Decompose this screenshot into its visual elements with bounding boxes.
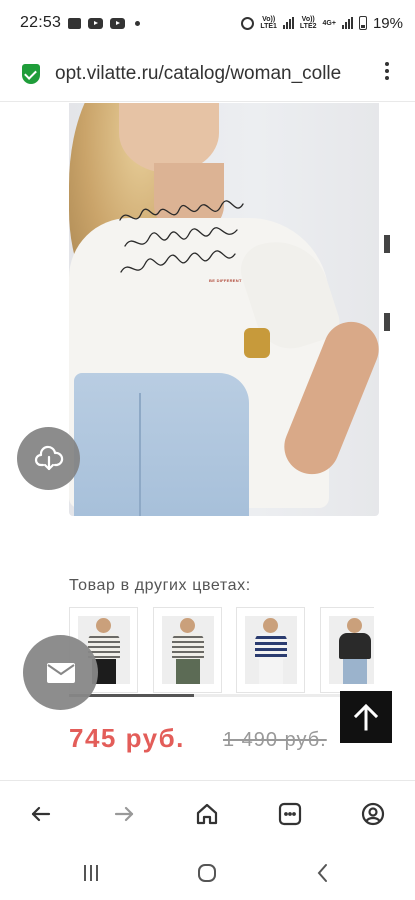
status-bar: 22:53 Vo)) LTE1 Vo)) LTE2 4G+ 19% xyxy=(0,0,415,46)
other-colors-title: Товар в других цветах: xyxy=(69,577,251,594)
system-navigation-bar xyxy=(0,844,415,900)
color-variant-2[interactable] xyxy=(153,607,222,693)
browser-menu-icon[interactable] xyxy=(385,62,389,80)
download-button[interactable] xyxy=(17,427,80,490)
forward-button[interactable] xyxy=(107,797,141,831)
mail-icon xyxy=(46,662,75,683)
secure-shield-icon[interactable] xyxy=(22,63,40,84)
address-bar[interactable]: opt.vilatte.ru/catalog/woman_colle xyxy=(0,46,415,102)
status-time: 22:53 xyxy=(20,14,62,31)
system-back-button[interactable] xyxy=(308,861,338,885)
arrow-up-icon xyxy=(353,703,379,731)
url-text[interactable]: opt.vilatte.ru/catalog/woman_colle xyxy=(55,63,355,85)
recents-icon xyxy=(84,865,98,881)
signal-icon-2 xyxy=(341,17,353,29)
network-type: 4G+ xyxy=(322,19,336,27)
account-button[interactable] xyxy=(356,797,390,831)
old-price: 1 490 руб. xyxy=(223,729,327,751)
striped-navy-tee-icon xyxy=(245,616,297,684)
system-home-button[interactable] xyxy=(192,861,222,885)
volte2-indicator: Vo)) LTE2 xyxy=(299,16,317,30)
back-arrow-icon xyxy=(31,806,51,822)
back-chevron-icon xyxy=(317,864,327,882)
youtube-notification-icon-2 xyxy=(110,17,126,29)
next-image-preview[interactable] xyxy=(384,235,392,335)
home-circle-icon xyxy=(198,864,216,882)
color-variants-carousel[interactable] xyxy=(69,607,374,693)
color-variant-4[interactable] xyxy=(320,607,374,693)
striped-brown-tee-icon xyxy=(162,616,214,684)
recents-button[interactable] xyxy=(76,861,106,885)
print-label: BE DIFFERENT xyxy=(209,278,242,283)
volte1-indicator: Vo)) LTE1 xyxy=(260,16,277,30)
cloud-download-icon xyxy=(34,445,63,470)
tabs-icon xyxy=(278,802,302,826)
battery-icon xyxy=(358,16,367,30)
forward-arrow-icon xyxy=(114,806,134,822)
price: 745 руб. xyxy=(69,723,185,753)
alarm-icon xyxy=(241,16,255,30)
back-button[interactable] xyxy=(24,797,58,831)
handwritten-print-graphic xyxy=(117,198,247,288)
mail-button[interactable] xyxy=(23,635,98,710)
account-icon xyxy=(361,802,385,826)
gallery-notification-icon xyxy=(68,17,82,29)
color-variant-3[interactable] xyxy=(236,607,305,693)
screen: 22:53 Vo)) LTE1 Vo)) LTE2 4G+ 19% opt.vila… xyxy=(0,0,415,900)
more-notifications-dot-icon xyxy=(135,20,141,26)
battery-percent: 19% xyxy=(372,14,403,32)
signal-icon xyxy=(282,17,294,29)
tabs-button[interactable] xyxy=(273,797,307,831)
home-icon xyxy=(196,803,218,825)
scroll-to-top-button[interactable] xyxy=(340,691,392,743)
browser-toolbar xyxy=(0,780,415,844)
carousel-scrollbar[interactable] xyxy=(69,694,374,697)
bracelet xyxy=(244,328,270,358)
black-tee-icon xyxy=(329,616,374,684)
product-image[interactable]: BE DIFFERENT xyxy=(69,103,379,516)
home-button[interactable] xyxy=(190,797,224,831)
youtube-notification-icon xyxy=(88,17,104,29)
